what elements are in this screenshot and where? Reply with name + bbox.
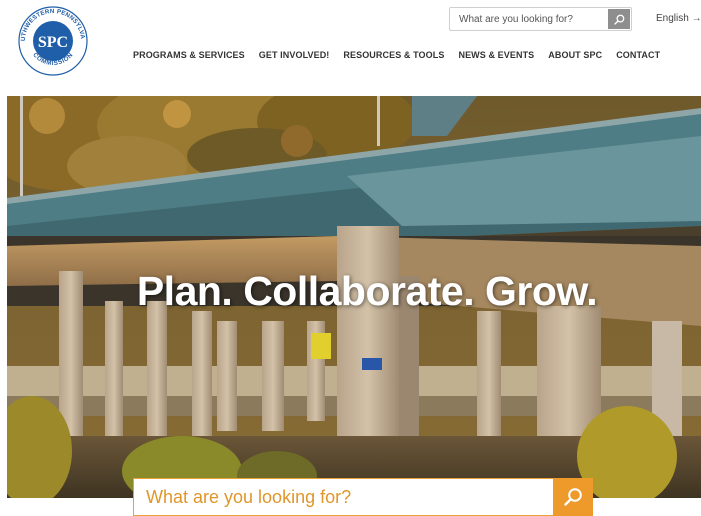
hero-banner: Plan. Collaborate. Grow. [7, 96, 701, 498]
header-search-button[interactable] [608, 9, 630, 29]
nav-resources-tools[interactable]: RESOURCES & TOOLS [343, 49, 444, 63]
search-icon [613, 14, 624, 25]
search-icon [564, 488, 582, 506]
language-selector[interactable]: English → [656, 13, 701, 24]
hero-headline: Plan. Collaborate. Grow. [136, 268, 598, 314]
spc-logo-icon: SPC SOUTHWESTERN PENNSYLVANIA COMMISSION [17, 5, 88, 76]
site-header: SPC SOUTHWESTERN PENNSYLVANIA COMMISSION… [0, 0, 701, 96]
main-search-input[interactable] [133, 478, 553, 516]
nav-contact[interactable]: CONTACT [616, 49, 660, 63]
spc-logo[interactable]: SPC SOUTHWESTERN PENNSYLVANIA COMMISSION [17, 5, 89, 77]
nav-get-involved[interactable]: GET INVOLVED! [259, 49, 330, 63]
nav-news-events[interactable]: NEWS & EVENTS [458, 49, 534, 63]
nav-about-spc[interactable]: ABOUT SPC [548, 49, 602, 63]
header-search-input[interactable] [450, 8, 608, 30]
header-search [449, 7, 632, 31]
nav-programs-services[interactable]: PROGRAMS & SERVICES [133, 49, 245, 63]
main-search-button[interactable] [553, 478, 593, 516]
logo-initials: SPC [38, 34, 68, 51]
main-nav: PROGRAMS & SERVICES GET INVOLVED! RESOUR… [133, 49, 660, 63]
main-search [133, 478, 593, 516]
